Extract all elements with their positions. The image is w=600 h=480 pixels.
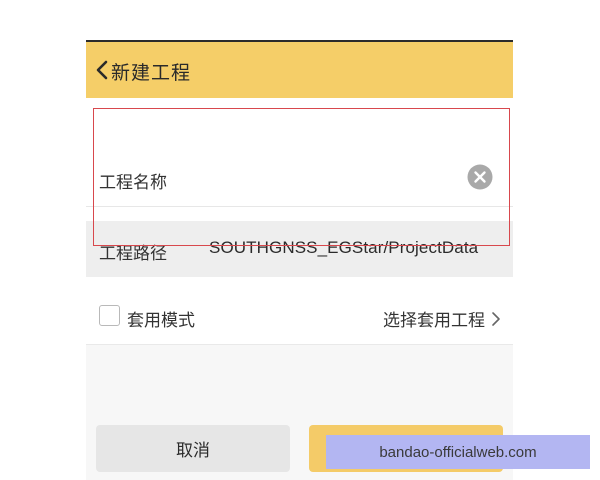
project-name-row[interactable]: 工程名称 <box>86 149 513 207</box>
template-mode-label: 套用模式 <box>127 311 195 331</box>
project-path-label: 工程路径 <box>99 244 167 264</box>
template-mode-checkbox[interactable] <box>99 305 120 326</box>
page-title: 新建工程 <box>111 62 192 84</box>
project-path-value: SOUTHGNSS_EGStar/ProjectData <box>209 238 479 257</box>
chevron-right-icon <box>492 311 500 326</box>
title-bar: 新建工程 <box>86 40 513 98</box>
select-template-label: 选择套用工程 <box>383 311 485 331</box>
watermark-banner: bandao-officialweb.com <box>326 435 590 469</box>
cancel-button[interactable]: 取消 <box>96 425 290 472</box>
watermark-text: bandao-officialweb.com <box>379 443 537 461</box>
empty-content-area <box>86 345 513 415</box>
clear-icon[interactable] <box>467 164 493 190</box>
new-project-screen: 新建工程 工程名称 工程路径 SOUTHGNSS_EGStar/ProjectD… <box>86 40 513 480</box>
project-path-row[interactable]: 工程路径 SOUTHGNSS_EGStar/ProjectData <box>86 221 513 277</box>
project-name-label: 工程名称 <box>99 173 167 193</box>
chevron-left-icon[interactable] <box>94 59 110 81</box>
select-template-project-link[interactable]: 选择套用工程 <box>383 306 501 331</box>
page: 新建工程 工程名称 工程路径 SOUTHGNSS_EGStar/ProjectD… <box>0 0 600 480</box>
template-mode-row: 套用模式 选择套用工程 <box>86 290 513 345</box>
